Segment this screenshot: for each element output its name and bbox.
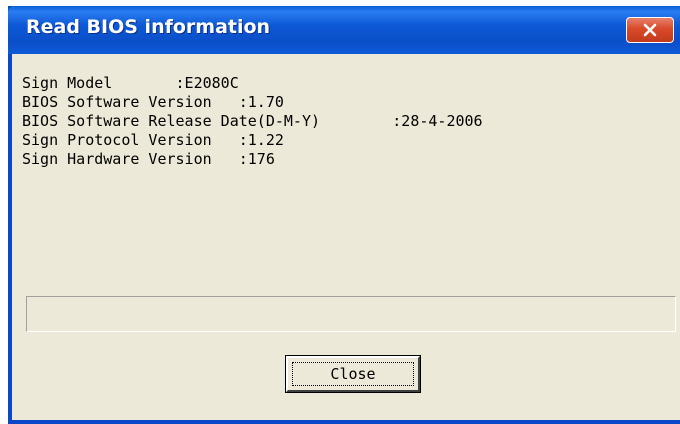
- title-close-button[interactable]: [626, 17, 674, 43]
- bios-info-text: Sign Model :E2080C BIOS Software Version…: [22, 74, 483, 169]
- progress-bar: [26, 296, 676, 332]
- close-button[interactable]: Close: [285, 355, 421, 393]
- close-button-label: Close: [292, 362, 414, 386]
- sign-protocol-version-line: Sign Protocol Version :1.22: [22, 131, 284, 149]
- close-icon: [643, 23, 657, 37]
- bios-release-date-line: BIOS Software Release Date(D-M-Y) :28-4-…: [22, 112, 483, 130]
- sign-hardware-version-line: Sign Hardware Version :176: [22, 150, 275, 168]
- title-bar[interactable]: Read BIOS information: [8, 6, 680, 54]
- bios-software-version-line: BIOS Software Version :1.70: [22, 93, 284, 111]
- sign-model-line: Sign Model :E2080C: [22, 74, 239, 92]
- window-title: Read BIOS information: [26, 16, 271, 38]
